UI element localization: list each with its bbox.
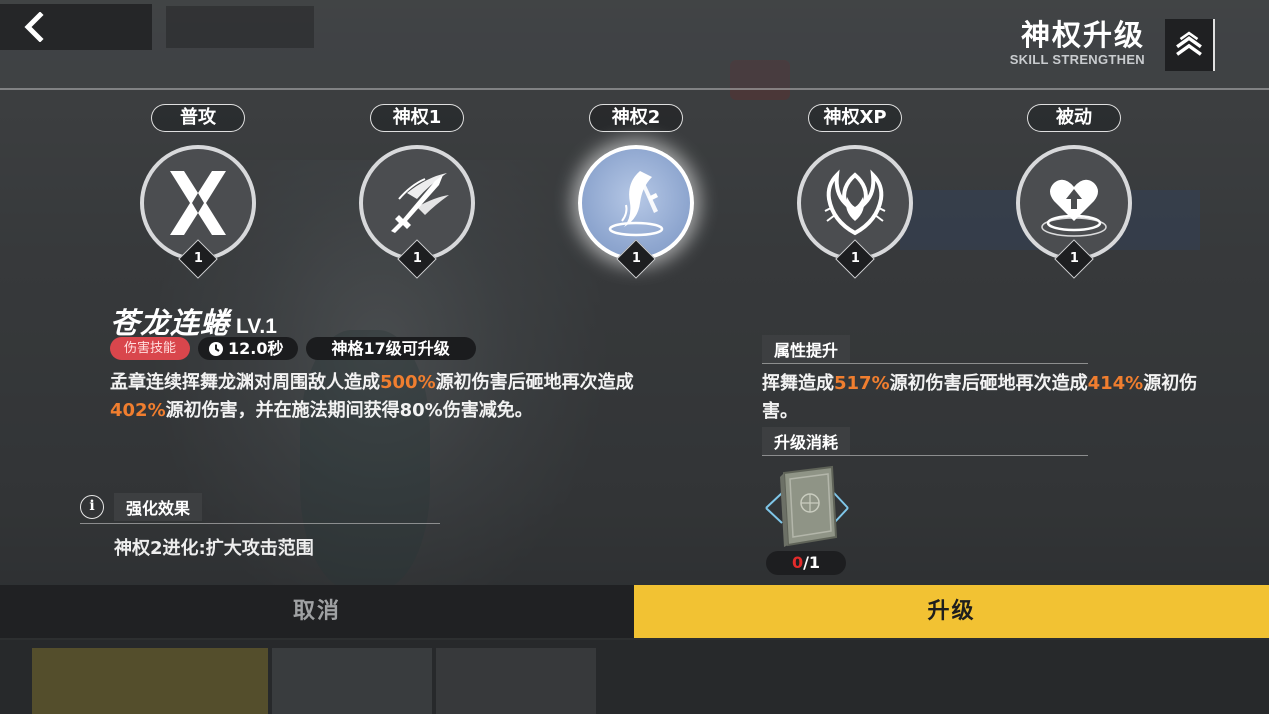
- damage-skill-tag: 伤害技能: [110, 337, 191, 360]
- skill-tab-power-xp[interactable]: 神权XP 1: [785, 104, 925, 279]
- cooldown-tag: 12.0秒: [198, 337, 298, 360]
- chevron-left-icon: [24, 12, 44, 42]
- enhance-section: i 强化效果 神权2进化:扩大攻击范围: [80, 493, 440, 560]
- skill-tab-label: 神权XP: [808, 104, 902, 132]
- top-bar: 神权升级 SKILL STRENGTHEN: [0, 0, 1269, 90]
- rank-chevrons-icon: [1165, 19, 1215, 71]
- cooldown-value: 12.0秒: [228, 339, 284, 358]
- skill-tab-label: 被动: [1027, 104, 1121, 132]
- skill-tab-passive[interactable]: 被动 1: [1004, 104, 1144, 279]
- upgrade-requirement-tag: 神格17级可升级: [305, 337, 476, 360]
- page-subtitle: SKILL STRENGTHEN: [1009, 52, 1145, 67]
- background-tab-ghost: [166, 6, 314, 48]
- skill-tab-basic-attack[interactable]: 普攻 1: [128, 104, 268, 279]
- skill-tab-power-1[interactable]: 神权1 1: [347, 104, 487, 279]
- skill-tags: 伤害技能 12.0秒 神格17级可升级: [110, 337, 476, 360]
- clock-icon: [209, 341, 224, 356]
- cost-have: 0: [791, 553, 804, 572]
- enhance-header: i 强化效果: [80, 493, 440, 524]
- skill-tab-label: 普攻: [151, 104, 245, 132]
- enhance-effect-text: 神权2进化:扩大攻击范围: [114, 538, 314, 559]
- skill-tab-power-2[interactable]: 神权2 1: [566, 104, 706, 279]
- cost-count: 0/1: [766, 551, 846, 575]
- cancel-button[interactable]: 取消: [0, 585, 634, 638]
- skill-tab-label: 神权1: [370, 104, 464, 132]
- cost-need: /1: [803, 553, 821, 572]
- attribute-title: 属性提升: [762, 335, 851, 363]
- skill-name: 苍龙连蜷: [110, 306, 231, 340]
- info-icon[interactable]: i: [80, 495, 104, 519]
- attribute-text: 挥舞造成517%源初伤害后砸地再次造成414%源初伤害。: [762, 373, 1198, 422]
- cost-title: 升级消耗: [762, 427, 851, 455]
- skill-tab-label: 神权2: [589, 104, 683, 132]
- enhance-title: 强化效果: [114, 493, 203, 521]
- skill-name-row: 苍龙连蜷 LV.1: [110, 300, 277, 342]
- back-button[interactable]: [0, 4, 152, 50]
- upgrade-button[interactable]: 升级: [634, 585, 1269, 638]
- cost-section: 升级消耗: [762, 427, 1092, 547]
- book-icon[interactable]: [762, 463, 852, 553]
- skill-level-text: LV.1: [236, 315, 277, 338]
- title-block: 神权升级 SKILL STRENGTHEN: [1010, 16, 1145, 67]
- skill-description: 孟章连续挥舞龙渊对周围敌人造成500%源初伤害后砸地再次造成402%源初伤害，并…: [110, 372, 634, 421]
- attribute-section: 属性提升 挥舞造成517%源初伤害后砸地再次造成414%源初伤害。: [762, 335, 1202, 426]
- page-title: 神权升级: [1020, 18, 1145, 52]
